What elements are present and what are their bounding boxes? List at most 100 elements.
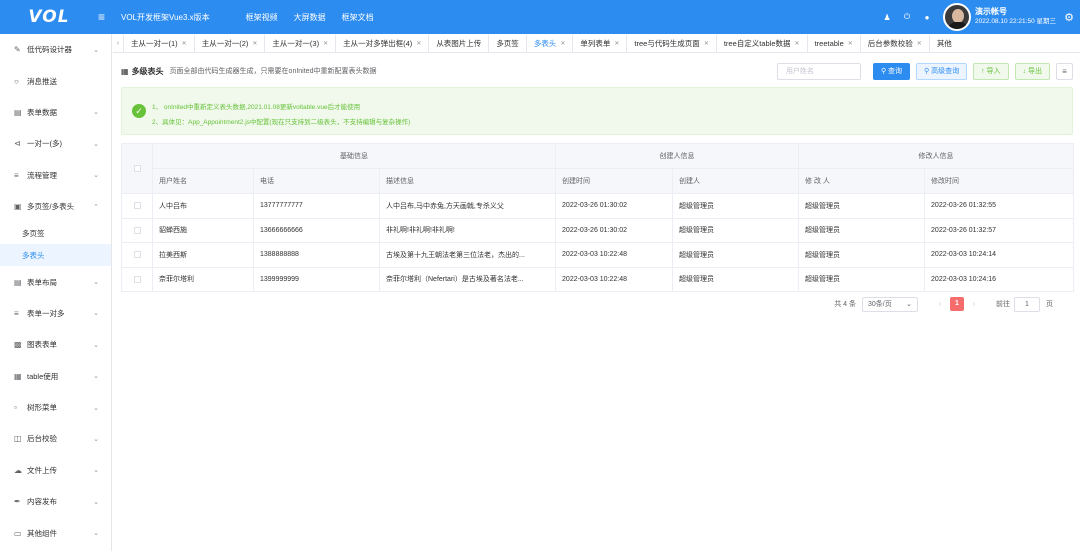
- sidebar-item-formdata[interactable]: ▤ 表单数据 ⌄: [0, 97, 111, 128]
- close-icon[interactable]: ✕: [795, 40, 800, 47]
- tab-item[interactable]: 后台参数校验 ✕: [859, 35, 929, 52]
- tab-item[interactable]: 多页签: [488, 35, 526, 52]
- table-cell: 2022-03-26 01:32:57: [924, 218, 1075, 243]
- table-cell: 2022-03-26 01:30:02: [555, 218, 674, 243]
- query-button[interactable]: ⚲ 查询: [872, 62, 911, 80]
- tab-item[interactable]: 单列表单 ✕: [572, 35, 626, 52]
- column-header-description[interactable]: 描述信息: [379, 168, 557, 194]
- column-header-modify-time[interactable]: 修改时间: [924, 168, 1075, 194]
- column-header-username[interactable]: 用户姓名: [152, 168, 254, 194]
- sidebar-item-others[interactable]: ▭ 其他组件 ⌄: [0, 517, 111, 548]
- chevron-down-icon: ⌄: [93, 279, 99, 287]
- row-checkbox[interactable]: [121, 267, 153, 292]
- close-icon[interactable]: ✕: [917, 40, 922, 47]
- close-icon[interactable]: ✕: [704, 40, 709, 47]
- tab-item[interactable]: 其他: [928, 35, 959, 52]
- sidebar-subitem-multi-header[interactable]: 多表头: [0, 244, 111, 267]
- tab-multi-header[interactable]: 多表头 ✕: [525, 35, 573, 52]
- table-cell: 超级管理员: [672, 193, 800, 219]
- more-menu-button[interactable]: ≡: [1056, 62, 1073, 80]
- advanced-query-button[interactable]: ⚲ 高级查询: [916, 62, 968, 80]
- chevron-down-icon: ⌄: [93, 172, 99, 180]
- tab-item[interactable]: tree与代码生成页面 ✕: [626, 35, 715, 52]
- close-icon[interactable]: ✕: [560, 40, 565, 47]
- goto-page-input[interactable]: [1014, 296, 1040, 312]
- close-icon[interactable]: ✕: [182, 40, 187, 47]
- sidebar-subitem-multi-tab[interactable]: 多页签: [0, 222, 111, 244]
- nav-link-dashboard[interactable]: 大屏数据: [294, 12, 326, 23]
- chevron-up-icon: ⌃: [93, 203, 99, 211]
- column-header-modifier[interactable]: 修 改 人: [798, 168, 926, 194]
- alert-line-2: 2、具体见：App_Appointment2.js中配置(现在只支持到二级表头，…: [152, 119, 411, 126]
- select-all-checkbox[interactable]: [121, 143, 153, 194]
- table-cell: 13777777777: [253, 193, 380, 219]
- sidebar-item-form-layout[interactable]: ▤ 表单布局 ⌄: [0, 266, 111, 297]
- bell-icon[interactable]: ●: [917, 13, 937, 22]
- search-input[interactable]: [776, 62, 861, 80]
- sidebar-item-validation[interactable]: ◫ 后台校验 ⌄: [0, 423, 111, 454]
- pagination: 共 4 条 30条/页⌄ ‹ 1 › 前往 页: [834, 296, 1053, 312]
- nav-link-docs[interactable]: 框架文档: [342, 12, 374, 23]
- sidebar-item-file-upload[interactable]: ☁ 文件上传 ⌄: [0, 455, 111, 486]
- close-icon[interactable]: ✕: [252, 40, 257, 47]
- table-cell: 超级管理员: [798, 218, 926, 243]
- top-header: VOL ≡ VOL开发框架Vue3.x版本 框架视频 大屏数据 框架文档 ♟ ⏻…: [0, 0, 1080, 34]
- tab-item[interactable]: 主从一对多弹出框(4) ✕: [335, 35, 428, 52]
- close-icon[interactable]: ✕: [416, 40, 421, 47]
- avatar[interactable]: [943, 3, 972, 31]
- table-row[interactable]: 人中吕布 13777777777 人中吕布,马中赤兔,方天画戟,专杀义父 202…: [121, 193, 1075, 219]
- export-button[interactable]: ↓ 导出: [1014, 62, 1050, 80]
- tree-icon: ▫: [14, 403, 17, 413]
- app-logo[interactable]: VOL: [0, 7, 98, 27]
- column-header-phone[interactable]: 电话: [253, 168, 380, 194]
- page-size-select[interactable]: 30条/页 ⌄: [862, 296, 918, 312]
- sidebar-item-tree-menu[interactable]: ▫ 树形菜单 ⌄: [0, 392, 111, 423]
- row-checkbox[interactable]: [121, 193, 153, 219]
- sidebar-item-table-usage[interactable]: ▦ table使用 ⌄: [0, 361, 111, 392]
- table-row[interactable]: 奈菲尔塔利 1399999999 奈菲尔塔利（Nefertari）是古埃及著名法…: [121, 267, 1075, 292]
- tab-item[interactable]: 主从一对一(3) ✕: [264, 35, 335, 52]
- page-number-current[interactable]: 1: [950, 297, 964, 311]
- next-page-icon[interactable]: ›: [967, 301, 981, 308]
- edit-icon: ✎: [14, 45, 21, 55]
- tab-item[interactable]: tree自定义table数据 ✕: [715, 35, 807, 52]
- power-icon[interactable]: ⏻: [897, 12, 917, 22]
- table-row[interactable]: 拉美西斯 1388888888 古埃及第十九王朝法老第三位法老，杰出的... 2…: [121, 242, 1075, 268]
- tab-item[interactable]: 主从一对一(1) ✕: [123, 35, 194, 52]
- column-header-create-time[interactable]: 创建时间: [555, 168, 674, 194]
- sliders-icon: ≡: [14, 170, 19, 180]
- close-icon[interactable]: ✕: [848, 40, 853, 47]
- row-checkbox[interactable]: [121, 218, 153, 243]
- row-checkbox[interactable]: [121, 242, 153, 268]
- sidebar-item-message[interactable]: ○ 消息推送: [0, 65, 111, 96]
- sidebar-item-label: 其他组件: [27, 528, 57, 538]
- sidebar-item-lowcode[interactable]: ✎ 低代码设计器 ⌄: [0, 34, 111, 65]
- sidebar-item-label: 多页签/多表头: [27, 202, 75, 212]
- column-header-creator[interactable]: 创建人: [672, 168, 800, 194]
- table-row[interactable]: 貂蝉西施 13666666666 非礼啊!非礼啊!非礼啊! 2022-03-26…: [121, 218, 1075, 243]
- tab-scroll-left-icon[interactable]: ‹: [113, 40, 123, 47]
- sidebar-item-multi-tabs[interactable]: ▣ 多页签/多表头 ⌃: [0, 191, 111, 222]
- sidebar-item-workflow[interactable]: ≡ 流程管理 ⌄: [0, 160, 111, 191]
- menu-toggle-icon[interactable]: ≡: [98, 10, 108, 24]
- close-icon[interactable]: ✕: [323, 40, 328, 47]
- tab-item[interactable]: 从表图片上传: [428, 35, 488, 52]
- import-button[interactable]: ↑ 导入: [973, 62, 1009, 80]
- sidebar-item-one-to-one[interactable]: ⊲ 一对一(多) ⌄: [0, 128, 111, 159]
- table-cell: 1388888888: [253, 242, 380, 268]
- sidebar-item-chart-form[interactable]: ▩ 图表表单 ⌄: [0, 329, 111, 360]
- sidebar-item-label: 流程管理: [27, 170, 57, 180]
- user-icon[interactable]: ♟: [877, 13, 897, 22]
- close-icon[interactable]: ✕: [614, 40, 619, 47]
- tab-item[interactable]: 主从一对一(2) ✕: [193, 35, 265, 52]
- tab-item[interactable]: treetable ✕: [806, 35, 860, 52]
- nav-link-videos[interactable]: 框架视频: [246, 12, 278, 23]
- chevron-down-icon: ⌄: [906, 301, 912, 308]
- sidebar-item-publish[interactable]: ✒ 内容发布 ⌄: [0, 486, 111, 517]
- prev-page-icon[interactable]: ‹: [933, 301, 947, 308]
- chevron-down-icon: ⌄: [93, 310, 99, 318]
- sidebar-item-form-one-to-many[interactable]: ≡ 表单一对多 ⌄: [0, 298, 111, 329]
- table-cell: 1399999999: [253, 267, 380, 292]
- form-icon: ▤: [14, 107, 22, 117]
- gear-icon[interactable]: ⚙: [1058, 11, 1080, 24]
